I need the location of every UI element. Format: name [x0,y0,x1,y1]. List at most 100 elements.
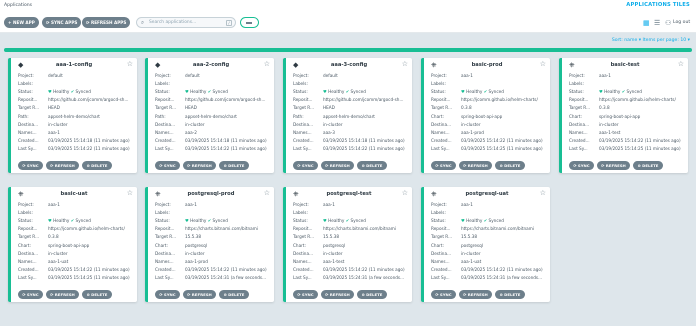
app-tile[interactable]: ⎈ basic-test ☆ Project: aaa-1 Labels: Status: ♥… [559,58,688,173]
field-value: in-cluster [599,121,619,127]
field-label: Target R... [155,234,177,240]
search-icon: ⌕ [141,20,145,26]
sort-and-pagination[interactable]: Sort: name ▾ Items per page: 10 ▾ [612,38,690,43]
field-value: aaa-1 [461,73,473,78]
sync-button[interactable]: ⟳ SYNC [155,161,180,170]
app-name[interactable]: basic-uat [11,191,137,197]
delete-button[interactable]: ⊗ DELETE [495,161,525,170]
star-icon[interactable]: ☆ [127,60,133,68]
refresh-button[interactable]: ⟳ REFRESH [46,290,79,299]
app-tile[interactable]: ⎈ postgresql-uat ☆ Project: aaa-1 Labels: Stat… [421,187,550,302]
star-icon[interactable]: ☆ [540,60,546,68]
sync-button[interactable]: ⟳ SYNC [18,161,43,170]
sync-button[interactable]: ⟳ SYNC [431,161,456,170]
refresh-button[interactable]: ⟳ REFRESH [183,290,216,299]
search-input[interactable]: ⌕ Search applications... / [136,17,236,28]
field-value: 03/19/2025 15:14:25 (11 minutes ago) [48,274,130,280]
delete-button[interactable]: ⊗ DELETE [219,161,249,170]
app-tile[interactable]: ◆ aaa-3-config ☆ Project: default Labels: Stat… [283,58,412,173]
field-label: Destina... [18,121,39,127]
refresh-button[interactable]: ⟳ REFRESH [321,290,354,299]
app-name[interactable]: postgresql-prod [148,191,274,197]
app-tile[interactable]: ⎈ basic-uat ☆ Project: aaa-1 Labels: Status: ♥ … [8,187,137,302]
filter-toggle-button[interactable] [240,17,259,28]
star-icon[interactable]: ☆ [127,189,133,197]
tree-view-icon[interactable]: ⚇ [665,19,671,27]
breadcrumb[interactable]: Applications [4,3,32,8]
field-label: Chart: [155,242,168,248]
sync-button[interactable]: ⟳ SYNC [293,290,318,299]
star-icon[interactable]: ☆ [402,60,408,68]
heart-icon: ♥ [599,89,603,95]
delete-button[interactable]: ⊗ DELETE [219,290,249,299]
app-name[interactable]: postgresql-test [286,191,412,197]
star-icon[interactable]: ☆ [402,189,408,197]
field-label: Reposit... [155,97,175,103]
delete-button[interactable]: ⊗ DELETE [357,161,387,170]
sync-button[interactable]: ⟳ SYNC [18,290,43,299]
field-value: https://charts.bitnami.com/bitnami [323,226,396,232]
refresh-button[interactable]: ⟳ REFRESH [459,290,492,299]
app-tile[interactable]: ⎈ postgresql-test ☆ Project: aaa-1 Labels: Sta… [283,187,412,302]
sync-button[interactable]: ⟳ SYNC [155,290,180,299]
refresh-button[interactable]: ⟳ REFRESH [183,161,216,170]
star-icon[interactable]: ☆ [264,60,270,68]
field-label: Target R... [293,234,315,240]
sync-button[interactable]: ⟳ SYNC [293,161,318,170]
field-value: 0.3.8 [48,234,59,240]
field-label: Names... [155,258,174,264]
star-icon[interactable]: ☆ [540,189,546,197]
logout-link[interactable]: Log out [673,20,690,25]
tiles-view-icon[interactable]: ▦ [643,19,650,27]
list-view-icon[interactable]: ☰ [654,19,660,27]
new-app-button[interactable]: + NEW APP [4,17,39,28]
health-status: Healthy [466,218,483,224]
field-label: Target R... [18,105,40,111]
field-label: Last Sy... [293,145,312,151]
field-label: Chart: [18,242,31,248]
delete-button[interactable]: ⊗ DELETE [633,161,663,170]
app-name[interactable]: aaa-2-config [148,62,274,68]
refresh-apps-button[interactable]: ⟳ REFRESH APPS [82,17,131,28]
sync-button[interactable]: ⟳ SYNC [431,290,456,299]
field-value: https://charts.bitnami.com/bitnami [461,226,534,232]
field-value: aaa-3 [323,129,335,135]
page-title: APPLICATIONS TILES [626,2,690,8]
app-name[interactable]: aaa-3-config [286,62,412,68]
app-tile[interactable]: ⎈ postgresql-prod ☆ Project: aaa-1 Labels: Sta… [145,187,274,302]
app-name[interactable]: basic-test [562,62,688,68]
app-tile[interactable]: ◆ aaa-2-config ☆ Project: default Labels: Stat… [145,58,274,173]
refresh-button[interactable]: ⟳ REFRESH [459,161,492,170]
delete-button[interactable]: ⊗ DELETE [495,290,525,299]
refresh-button[interactable]: ⟳ REFRESH [321,161,354,170]
field-value: appset-helm-demo/chart [185,113,237,119]
app-name[interactable]: basic-prod [424,62,550,68]
refresh-button[interactable]: ⟳ REFRESH [597,161,630,170]
delete-button[interactable]: ⊗ DELETE [357,290,387,299]
field-label: Last Sy... [293,274,312,280]
field-value: aaa-1 [461,202,473,207]
keyboard-shortcut-hint: / [226,19,232,26]
delete-button[interactable]: ⊗ DELETE [82,161,112,170]
field-label: Status: [155,89,170,95]
heart-icon: ♥ [48,218,52,224]
app-name[interactable]: postgresql-uat [424,191,550,197]
star-icon[interactable]: ☆ [264,189,270,197]
app-name[interactable]: aaa-1-config [11,62,137,68]
sync-button[interactable]: ⟳ SYNC [569,161,594,170]
field-label: Names... [18,258,37,264]
app-tile[interactable]: ◆ aaa-1-config ☆ Project: default Labels: Stat… [8,58,137,173]
heart-icon: ♥ [461,89,465,95]
field-label: Project: [431,73,447,78]
field-value: 03/19/2025 15:14:25 (11 minutes ago) [599,145,681,151]
field-label: Reposit... [293,226,313,232]
app-tile[interactable]: ⎈ basic-prod ☆ Project: aaa-1 Labels: Status: ♥… [421,58,550,173]
delete-button[interactable]: ⊗ DELETE [82,290,112,299]
star-icon[interactable]: ☆ [678,60,684,68]
refresh-button[interactable]: ⟳ REFRESH [46,161,79,170]
field-label: Project: [293,202,309,207]
sync-apps-button[interactable]: ⟳ SYNC APPS [42,17,82,28]
minus-icon [246,21,252,24]
check-circle-icon: ✔ [207,89,212,95]
field-value: 03/19/2025 15:14:22 (11 minutes ago) [185,266,267,272]
